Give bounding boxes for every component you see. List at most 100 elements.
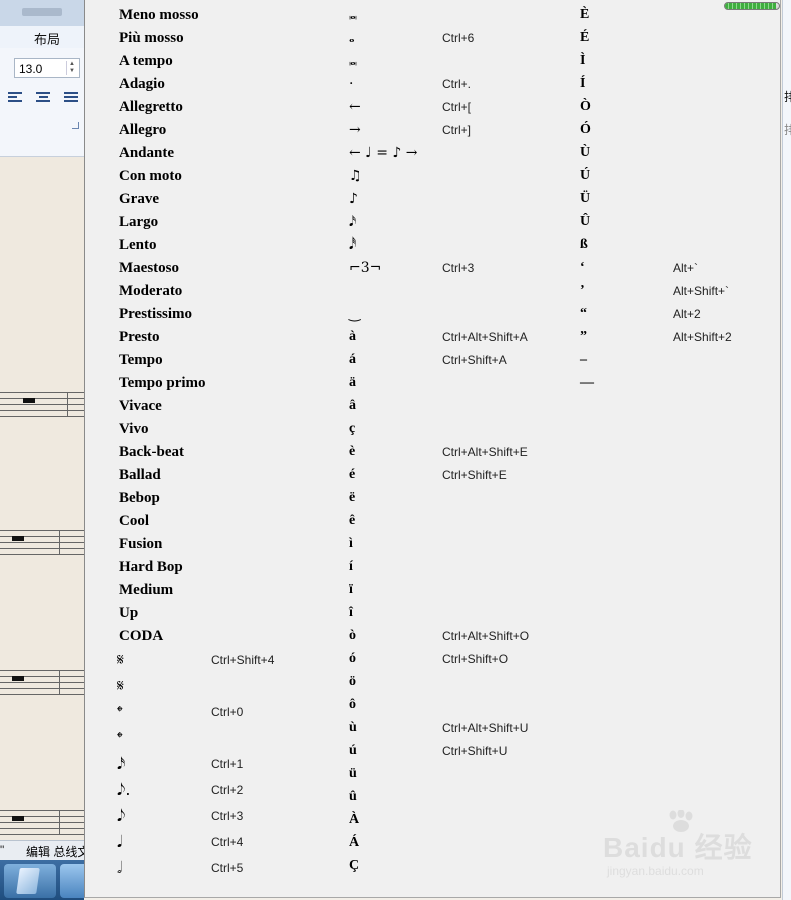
i-umlaut-icon[interactable]: ï — [349, 580, 353, 600]
tempo-item-pi-mosso[interactable]: Più mosso — [119, 28, 184, 48]
font-size-input[interactable]: 13.0 ▲ ▼ — [14, 58, 80, 78]
a-umlaut-icon[interactable]: ä — [349, 373, 356, 393]
tempo-item-allegretto[interactable]: Allegretto — [119, 97, 183, 117]
dot-icon[interactable]: · — [349, 74, 353, 94]
tempo-item-coda[interactable]: CODA — [119, 626, 163, 646]
o-acute-icon[interactable]: ó — [349, 649, 356, 669]
tempo-item-presto[interactable]: Presto — [119, 327, 160, 347]
e-circumflex-icon[interactable]: ê — [349, 511, 355, 531]
tempo-item-back-beat[interactable]: Back-beat — [119, 442, 184, 462]
i-circumflex-icon[interactable]: î — [349, 603, 353, 623]
tempo-item-vivace[interactable]: Vivace — [119, 396, 162, 416]
right-double-quote-icon[interactable]: ” — [580, 327, 587, 347]
i-acute-icon[interactable]: í — [349, 557, 353, 577]
O-grave-icon[interactable]: Ò — [580, 97, 591, 117]
tempo-item-a-tempo[interactable]: A tempo — [119, 51, 173, 71]
U-grave-icon[interactable]: Ù — [580, 143, 590, 163]
e-grave-icon[interactable]: è — [349, 442, 355, 462]
tempo-item-allegro[interactable]: Allegro — [119, 120, 166, 140]
a-circumflex-icon[interactable]: â — [349, 396, 356, 416]
tempo-item-moderato[interactable]: Moderato — [119, 281, 182, 301]
left-single-quote-icon[interactable]: ‘ — [580, 258, 585, 278]
c-cedilla-icon[interactable]: ç — [349, 419, 355, 439]
tempo-item-ballad[interactable]: Ballad — [119, 465, 161, 485]
font-size-spinner[interactable]: ▲ ▼ — [66, 61, 77, 75]
flagged-eighth-icon[interactable]: ♪ — [349, 189, 358, 209]
E-grave-icon[interactable]: È — [580, 5, 589, 25]
coda-alt-icon[interactable]: 𝄌 — [117, 728, 123, 748]
A-acute-icon[interactable]: Á — [349, 833, 359, 853]
coda-icon[interactable]: 𝄌 — [117, 702, 123, 722]
tempo-item-lento[interactable]: Lento — [119, 235, 157, 255]
u-grave-icon[interactable]: ù — [349, 718, 357, 738]
tempo-item-bebop[interactable]: Bebop — [119, 488, 160, 508]
tempo-item-cool[interactable]: Cool — [119, 511, 149, 531]
double-whole-note-icon[interactable]: 𝅜 — [349, 51, 357, 71]
right-single-quote-icon[interactable]: ’ — [580, 281, 585, 301]
tie-icon[interactable]: ‿ — [349, 304, 360, 324]
i-grave-icon[interactable]: ì — [349, 534, 353, 554]
tempo-item-largo[interactable]: Largo — [119, 212, 158, 232]
tempo-item-up[interactable]: Up — [119, 603, 138, 623]
tempo-item-andante[interactable]: Andante — [119, 143, 174, 163]
em-dash-icon[interactable]: — — [580, 373, 594, 393]
breve-icon[interactable]: 𝅜 — [349, 5, 357, 25]
tempo-item-prestissimo[interactable]: Prestissimo — [119, 304, 192, 324]
U-circumflex-icon[interactable]: Û — [580, 212, 590, 232]
quarter-note-icon[interactable]: 𝅘𝅥 — [117, 832, 122, 852]
segno-icon[interactable]: 𝄋 — [117, 650, 124, 670]
u-circumflex-icon[interactable]: û — [349, 787, 357, 807]
right-arrow-icon[interactable]: → — [349, 120, 361, 140]
tempo-item-hard-bop[interactable]: Hard Bop — [119, 557, 183, 577]
u-umlaut-icon[interactable]: ü — [349, 764, 357, 784]
sixteenth-note-icon[interactable]: 𝅘𝅥𝅯 — [117, 754, 125, 774]
o-grave-icon[interactable]: ò — [349, 626, 356, 646]
tempo-item-tempo[interactable]: Tempo — [119, 350, 163, 370]
tempo-item-fusion[interactable]: Fusion — [119, 534, 162, 554]
U-acute-icon[interactable]: Ú — [580, 166, 590, 186]
dotted-eighth-note-icon[interactable]: 𝅘𝅥𝅮. — [117, 780, 130, 800]
taskbar-app-button-2[interactable] — [60, 864, 84, 898]
tempo-item-vivo[interactable]: Vivo — [119, 419, 148, 439]
tempo-item-medium[interactable]: Medium — [119, 580, 173, 600]
I-grave-icon[interactable]: Ì — [580, 51, 585, 71]
left-arrow-icon[interactable]: ← — [349, 97, 361, 117]
A-grave-icon[interactable]: À — [349, 810, 359, 830]
tempo-item-tempo-primo[interactable]: Tempo primo — [119, 373, 206, 393]
I-acute-icon[interactable]: Í — [580, 74, 585, 94]
tempo-item-meno-mosso[interactable]: Meno mosso — [119, 5, 199, 25]
flagged-sixteenth-icon[interactable]: 𝅘𝅥𝅯 — [349, 212, 356, 232]
a-grave-icon[interactable]: à — [349, 327, 356, 347]
C-cedilla-icon[interactable]: Ç — [349, 856, 359, 876]
align-left-icon[interactable] — [8, 92, 22, 102]
sharp-s-icon[interactable]: ß — [580, 235, 588, 255]
eighth-note-icon[interactable]: 𝅘𝅥𝅮 — [117, 806, 125, 826]
left-double-quote-icon[interactable]: “ — [580, 304, 587, 324]
align-center-icon[interactable] — [36, 92, 50, 102]
beamed-eighths-icon[interactable]: ♫ — [349, 166, 362, 186]
triplet-bracket-icon[interactable]: ⌐3¬ — [349, 258, 381, 278]
tempo-item-con-moto[interactable]: Con moto — [119, 166, 182, 186]
flagged-thirtysecond-icon[interactable]: 𝅘𝅥𝅰 — [349, 235, 356, 255]
o-circumflex-icon[interactable]: ô — [349, 695, 356, 715]
metric-modulation-icon[interactable]: ← ♩ = ♪ → — [349, 143, 418, 163]
half-note-icon[interactable]: 𝅗𝅥 — [117, 858, 122, 878]
e-umlaut-icon[interactable]: ë — [349, 488, 355, 508]
menu-item-layout[interactable]: 布局 — [34, 29, 60, 48]
dialog-launcher-icon[interactable] — [72, 122, 79, 129]
tempo-item-maestoso[interactable]: Maestoso — [119, 258, 179, 278]
taskbar-app-button[interactable] — [4, 864, 56, 898]
E-acute-icon[interactable]: É — [580, 28, 589, 48]
whole-note-icon[interactable]: 𝅝 — [349, 28, 355, 48]
segno-alt-icon[interactable]: 𝄋 — [117, 676, 124, 696]
a-acute-icon[interactable]: á — [349, 350, 356, 370]
tempo-item-grave[interactable]: Grave — [119, 189, 159, 209]
O-acute-icon[interactable]: Ó — [580, 120, 591, 140]
u-acute-icon[interactable]: ú — [349, 741, 357, 761]
tempo-item-adagio[interactable]: Adagio — [119, 74, 165, 94]
o-umlaut-icon[interactable]: ö — [349, 672, 356, 692]
U-umlaut-icon[interactable]: Ü — [580, 189, 590, 209]
e-acute-icon[interactable]: é — [349, 465, 355, 485]
align-justify-icon[interactable] — [64, 92, 78, 102]
en-dash-icon[interactable]: – — [580, 350, 587, 370]
